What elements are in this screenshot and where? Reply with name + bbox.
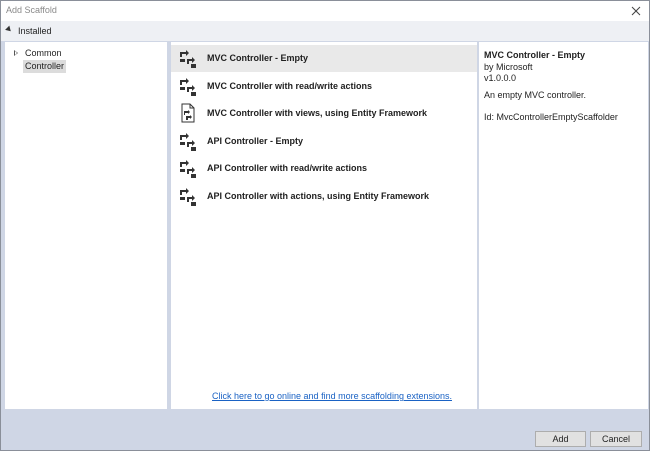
- cancel-button[interactable]: Cancel: [590, 431, 642, 447]
- add-button[interactable]: Add: [535, 431, 586, 447]
- expand-arrow-icon: [14, 50, 18, 56]
- window-title: Add Scaffold: [6, 5, 57, 15]
- details-author: by Microsoft: [484, 62, 533, 72]
- scaffold-item-label: MVC Controller with views, using Entity …: [207, 108, 428, 118]
- tree-item-label: Controller: [23, 60, 67, 73]
- details-version: v1.0.0.0: [484, 73, 517, 83]
- scaffold-item-mvc-empty[interactable]: MVC Controller - Empty: [171, 45, 477, 72]
- collapse-arrow-icon: [5, 25, 13, 34]
- controller-icon: [178, 48, 199, 69]
- category-tree: Common Controller: [5, 42, 167, 409]
- close-button[interactable]: [629, 4, 643, 18]
- installed-header[interactable]: Installed: [1, 21, 649, 41]
- details-description: An empty MVC controller.: [484, 90, 587, 100]
- details-id: Id: MvcControllerEmptyScaffolder: [484, 112, 618, 122]
- tree-item-controller[interactable]: Controller: [5, 60, 165, 73]
- scaffold-item-mvc-views-ef[interactable]: MVC Controller with views, using Entity …: [171, 100, 477, 127]
- scaffold-item-label: MVC Controller with read/write actions: [207, 81, 373, 91]
- title-bar: Add Scaffold: [1, 1, 649, 21]
- scaffold-item-label: API Controller with read/write actions: [207, 163, 368, 173]
- online-extensions-link[interactable]: Click here to go online and find more sc…: [212, 391, 452, 401]
- tree-item-label: Common: [25, 48, 62, 58]
- installed-label: Installed: [18, 26, 52, 36]
- add-scaffold-dialog: Add Scaffold Installed Common Controller: [0, 0, 650, 451]
- scaffold-item-api-actions-ef[interactable]: API Controller with actions, using Entit…: [171, 183, 477, 210]
- details-panel: MVC Controller - Empty by Microsoft v1.0…: [479, 42, 648, 409]
- details-title: MVC Controller - Empty: [484, 50, 586, 60]
- scaffold-item-mvc-read-write[interactable]: MVC Controller with read/write actions: [171, 73, 477, 100]
- tree-item-common[interactable]: Common: [5, 47, 165, 60]
- scaffold-item-label: MVC Controller - Empty: [207, 53, 309, 63]
- controller-views-icon: [178, 103, 199, 124]
- scaffold-item-label: API Controller with actions, using Entit…: [207, 191, 430, 201]
- controller-icon: [178, 186, 199, 207]
- controller-icon: [178, 131, 199, 152]
- scaffold-item-api-empty[interactable]: API Controller - Empty: [171, 128, 477, 155]
- controller-icon: [178, 158, 199, 179]
- scaffold-item-label: API Controller - Empty: [207, 136, 304, 146]
- scaffold-item-api-read-write[interactable]: API Controller with read/write actions: [171, 155, 477, 182]
- scaffold-list: MVC Controller - Empty MVC Controller wi…: [171, 42, 477, 409]
- close-icon: [631, 6, 641, 16]
- controller-icon: [178, 76, 199, 97]
